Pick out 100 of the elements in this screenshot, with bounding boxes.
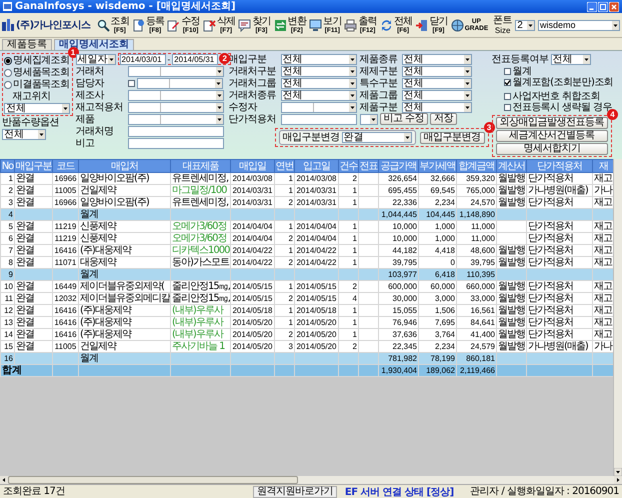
select-field[interactable]: 전체 — [550, 54, 590, 64]
checkbox[interactable]: 사업자번호 취합조회 — [504, 91, 620, 102]
select-field[interactable]: 전체 — [280, 90, 356, 100]
refresh-icon — [380, 18, 393, 32]
select-field[interactable]: 전체 — [402, 66, 472, 76]
font-size-select[interactable]: 2 — [515, 20, 536, 30]
select-field[interactable]: 전체 — [280, 78, 356, 88]
tab[interactable]: 제품등록 — [2, 39, 52, 50]
table-cell: 단가적용처 — [526, 256, 592, 268]
range-separator: - — [168, 54, 170, 64]
table-cell: 2014/05/20 — [230, 340, 274, 352]
action-button[interactable]: 명세서합치기 — [496, 143, 608, 155]
combo-field[interactable] — [136, 78, 222, 88]
select-field[interactable]: 전체 — [4, 103, 70, 114]
caret-icon — [348, 78, 356, 88]
select-field[interactable]: 전체 — [402, 102, 472, 112]
date-field[interactable]: 2014/05/31 — [172, 54, 218, 64]
radio-button[interactable]: 명세품목조회 — [4, 67, 70, 78]
field-label: 제품종류 — [360, 54, 398, 64]
select-field[interactable]: 전체 — [402, 54, 472, 64]
table-cell: 가나병원(매출) — [526, 184, 592, 196]
field-label: 특수구분 — [360, 78, 398, 88]
table-cell: 2014/04/04 — [294, 220, 338, 232]
user-select[interactable]: wisdemo — [538, 20, 620, 30]
checkbox[interactable] — [128, 80, 134, 86]
table-cell: 단가적용처 — [526, 316, 592, 328]
field-label: 매입구분 — [228, 54, 268, 64]
number-badge: 1 — [68, 47, 78, 58]
radio-button[interactable]: 미결품목조회 — [4, 79, 70, 90]
table-cell: 월계 — [78, 352, 170, 364]
caret-icon — [108, 54, 114, 64]
field-label: 반품수량옵션 — [2, 117, 60, 128]
input-field[interactable] — [280, 114, 356, 124]
table-cell: 단가적용처 — [526, 220, 592, 232]
select-field[interactable]: 전체 — [402, 78, 472, 88]
table-cell: 단가적용처 — [526, 328, 592, 340]
select-field[interactable]: 전체 — [280, 66, 356, 76]
horizontal-scrollbar[interactable] — [0, 476, 622, 484]
combo-field[interactable] — [128, 102, 224, 112]
scroll-left-icon[interactable] — [0, 476, 8, 484]
caret-icon — [464, 54, 470, 64]
input-field[interactable] — [128, 126, 224, 136]
select-field[interactable]: 전체 — [402, 90, 472, 100]
caret-icon — [464, 90, 470, 100]
caret-icon — [612, 20, 619, 30]
table-cell: 2014/04/04 — [230, 232, 274, 244]
table-cell: 월계 — [78, 208, 170, 220]
table-cell: 2014/05/15 — [230, 292, 274, 304]
scroll-down-icon[interactable] — [614, 468, 622, 476]
combo-field[interactable] — [280, 102, 356, 112]
table-cell: 2014/05/20 — [230, 328, 274, 340]
date-field[interactable]: 2014/03/01 — [120, 54, 166, 64]
printer-icon — [344, 18, 358, 32]
action-button[interactable]: 세금계산서건별등록 — [496, 130, 608, 142]
exchange-icon — [274, 18, 287, 32]
table-cell: 신풍제약 — [78, 220, 170, 232]
table-cell: (주)대웅제약 — [78, 244, 170, 256]
action-button[interactable]: 외상매입금발생전표등록 — [496, 117, 608, 129]
scroll-right-icon[interactable] — [614, 476, 622, 484]
scroll-thumb[interactable] — [8, 476, 298, 484]
table-cell: 12 — [0, 304, 14, 316]
table-cell: 단가적용처 — [526, 196, 592, 208]
checkbox[interactable]: 월계포함(조회분만)조회 — [504, 77, 620, 88]
select-field[interactable]: 전체 — [280, 54, 356, 64]
tab[interactable]: 매입명세서조회 — [54, 39, 134, 50]
remote-support-button[interactable]: 원격지원바로가기 — [252, 486, 337, 498]
select-field[interactable]: 완결 — [342, 132, 412, 143]
note-icon — [238, 18, 252, 32]
maximize-icon[interactable] — [598, 2, 608, 12]
input-field[interactable] — [128, 138, 224, 148]
table-cell: 2014/03/31 — [294, 184, 338, 196]
combo-field[interactable] — [128, 114, 224, 124]
minimize-icon[interactable] — [587, 2, 597, 12]
vertical-scrollbar[interactable] — [613, 159, 622, 476]
checkmark-icon — [504, 79, 510, 86]
table-cell: 제이더블유중외제약( — [78, 280, 170, 292]
select-field[interactable] — [360, 114, 378, 124]
table-cell: 단가적용처 — [526, 280, 592, 292]
save-button[interactable]: 저장 — [430, 113, 458, 125]
table-cell: 2014/04/04 — [230, 220, 274, 232]
table-cell: 일양바이오팜(주) — [78, 172, 170, 184]
radio-button[interactable]: 명세집계조회 — [4, 55, 70, 66]
checkbox[interactable]: 월계 — [504, 66, 620, 77]
table-cell: 2014/05/15 — [294, 292, 338, 304]
close-icon[interactable] — [609, 2, 619, 12]
monitor-icon — [309, 18, 322, 32]
date-type-select[interactable]: 세일자 — [76, 54, 116, 64]
select-field[interactable]: 전체 — [2, 129, 46, 140]
combo-field[interactable] — [128, 90, 224, 100]
table-cell: 2014/04/22 — [294, 256, 338, 268]
table-cell: 4 — [0, 208, 14, 220]
table-cell: 건일제약 — [78, 340, 170, 352]
caret-icon — [464, 102, 470, 112]
change-type-button[interactable]: 매입구분변경 — [420, 132, 484, 144]
field-label: 수정자 — [228, 102, 258, 112]
combo-field[interactable] — [128, 66, 224, 76]
table-cell: (내부)우루사 — [170, 304, 230, 316]
table-cell: (내부)우루사 — [170, 316, 230, 328]
caret-icon — [348, 54, 356, 64]
memo-edit-button[interactable]: 비고 수정 — [380, 113, 428, 125]
